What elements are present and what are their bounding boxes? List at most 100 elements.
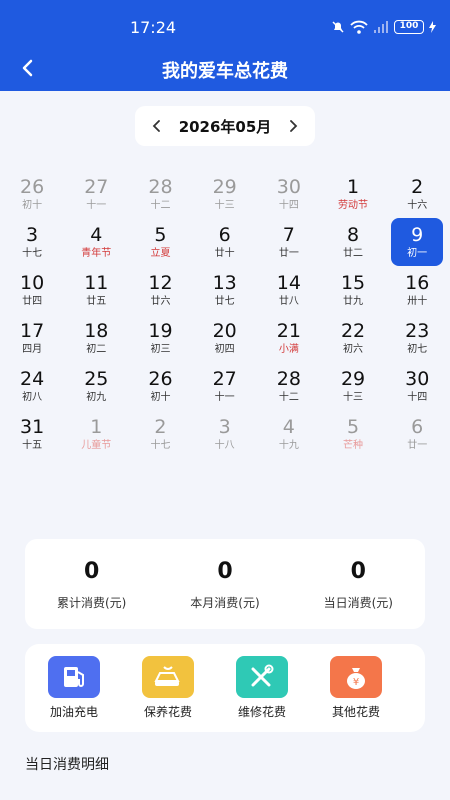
day-number: 28 (276, 367, 301, 390)
daily-detail-title: 当日消费明细 (25, 757, 109, 773)
lunar-date: 初十 (150, 391, 171, 403)
day-number: 14 (276, 271, 301, 294)
calendar-day[interactable]: 15 廿九 (321, 266, 385, 314)
calendar-week-row: 31 十五 1 儿童节 2 十七 3 十八 4 十九 5 芒种 6 廿一 (0, 410, 450, 458)
day-number: 30 (276, 175, 301, 198)
calendar-week-row: 17 四月 18 初二 19 初三 20 初四 21 小满 22 初六 23 初七 (0, 314, 450, 362)
app-header: 17:24 100 我的爱车总花费 (0, 0, 450, 91)
calendar-day[interactable]: 27 十一 (193, 362, 257, 410)
day-number: 27 (212, 367, 237, 390)
day-number: 6 (411, 415, 424, 438)
lunar-date: 十四 (278, 199, 299, 211)
lunar-date: 初十 (22, 199, 43, 211)
category-repair-button[interactable]: 维修花费 (217, 656, 307, 720)
day-number: 20 (212, 319, 237, 342)
next-month-icon[interactable] (285, 118, 301, 134)
money-bag-icon: ¥ (330, 656, 382, 698)
lunar-date: 廿九 (343, 295, 364, 307)
battery-indicator: 100 (394, 20, 424, 34)
stat-day: 0 当日消费(元) (292, 539, 425, 629)
day-number: 27 (84, 175, 109, 198)
calendar-day[interactable]: 5 立夏 (128, 218, 192, 266)
day-number: 6 (218, 223, 231, 246)
calendar-day[interactable]: 27 十一 (64, 170, 128, 218)
calendar-day[interactable]: 31 十五 (0, 410, 64, 458)
lunar-date: 廿七 (214, 295, 235, 307)
calendar-day[interactable]: 28 十二 (128, 170, 192, 218)
stat-label: 当日消费(元) (323, 595, 393, 610)
calendar-day[interactable]: 8 廿二 (321, 218, 385, 266)
calendar-day[interactable]: 25 初九 (64, 362, 128, 410)
calendar-day[interactable]: 14 廿八 (257, 266, 321, 314)
calendar-day[interactable]: 29 十三 (193, 170, 257, 218)
lunar-date: 十四 (407, 391, 428, 403)
day-number: 29 (212, 175, 237, 198)
day-number: 2 (154, 415, 167, 438)
page-title: 我的爱车总花费 (162, 61, 288, 82)
lunar-date: 廿一 (278, 247, 299, 259)
wrench-screwdriver-icon (236, 656, 288, 698)
calendar-day[interactable]: 2 十七 (128, 410, 192, 458)
day-number: 26 (148, 367, 173, 390)
calendar-day[interactable]: 7 廿一 (257, 218, 321, 266)
calendar-day[interactable]: 30 十四 (257, 170, 321, 218)
calendar-day[interactable]: 3 十八 (193, 410, 257, 458)
day-number: 16 (405, 271, 430, 294)
calendar-week-row: 3 十七 4 青年节 5 立夏 6 廿十 7 廿一 8 廿二 9 初一 (0, 218, 450, 266)
calendar-day[interactable]: 26 初十 (0, 170, 64, 218)
calendar-day[interactable]: 6 廿一 (385, 410, 449, 458)
day-number: 22 (340, 319, 366, 342)
lunar-date: 初二 (86, 343, 107, 355)
day-number: 4 (90, 223, 103, 246)
calendar-day[interactable]: 1 劳动节 (321, 170, 385, 218)
calendar-day[interactable]: 30 十四 (385, 362, 449, 410)
calendar-day[interactable]: 17 四月 (0, 314, 64, 362)
calendar-day[interactable]: 11 廿五 (64, 266, 128, 314)
calendar-day[interactable]: 4 十九 (257, 410, 321, 458)
lunar-date: 初七 (407, 343, 428, 355)
category-other-button[interactable]: ¥ 其他花费 (311, 656, 401, 720)
calendar-day[interactable]: 6 廿十 (193, 218, 257, 266)
calendar-day[interactable]: 3 十七 (0, 218, 64, 266)
calendar-day[interactable]: 19 初三 (128, 314, 192, 362)
calendar-day[interactable]: 18 初二 (64, 314, 128, 362)
day-number: 13 (212, 271, 237, 294)
lunar-date: 初九 (86, 391, 107, 403)
calendar-day[interactable]: 28 十二 (257, 362, 321, 410)
prev-month-icon[interactable] (149, 118, 165, 134)
lunar-date: 廿一 (407, 439, 428, 451)
calendar-day[interactable]: 16 卅十 (385, 266, 449, 314)
stat-label: 本月消费(元) (190, 595, 260, 610)
calendar-day[interactable]: 29 十三 (321, 362, 385, 410)
lunar-date: 初三 (150, 343, 171, 355)
category-fuel-button[interactable]: 加油充电 (29, 656, 119, 720)
calendar-day[interactable]: 5 芒种 (321, 410, 385, 458)
calendar-day[interactable]: 10 廿四 (0, 266, 64, 314)
calendar-day[interactable]: 22 初六 (321, 314, 385, 362)
calendar-day[interactable]: 2 十六 (385, 170, 449, 218)
day-number: 24 (20, 367, 45, 390)
day-number: 25 (84, 367, 109, 390)
status-bar: 17:24 100 (0, 0, 450, 50)
lunar-date: 卅十 (407, 295, 428, 307)
calendar-day[interactable]: 23 初七 (385, 314, 449, 362)
lunar-date: 廿五 (86, 295, 107, 307)
calendar-day[interactable]: 1 儿童节 (64, 410, 128, 458)
calendar-day-selected[interactable]: 9 初一 (391, 218, 444, 266)
category-maintenance-button[interactable]: 保养花费 (123, 656, 213, 720)
calendar-day[interactable]: 4 青年节 (64, 218, 128, 266)
lunar-date: 廿四 (22, 295, 43, 307)
day-number: 31 (20, 415, 45, 438)
lunar-date: 十七 (22, 247, 43, 259)
day-number: 10 (20, 271, 45, 294)
calendar-day[interactable]: 21 小满 (257, 314, 321, 362)
stat-total: 0 累计消费(元) (25, 539, 158, 629)
lunar-date: 十八 (214, 439, 235, 451)
calendar-day[interactable]: 20 初四 (193, 314, 257, 362)
calendar-day[interactable]: 24 初八 (0, 362, 64, 410)
calendar-day[interactable]: 13 廿七 (193, 266, 257, 314)
day-number: 12 (148, 271, 173, 294)
day-number: 28 (148, 175, 173, 198)
calendar-day[interactable]: 26 初十 (128, 362, 192, 410)
calendar-day[interactable]: 12 廿六 (128, 266, 192, 314)
